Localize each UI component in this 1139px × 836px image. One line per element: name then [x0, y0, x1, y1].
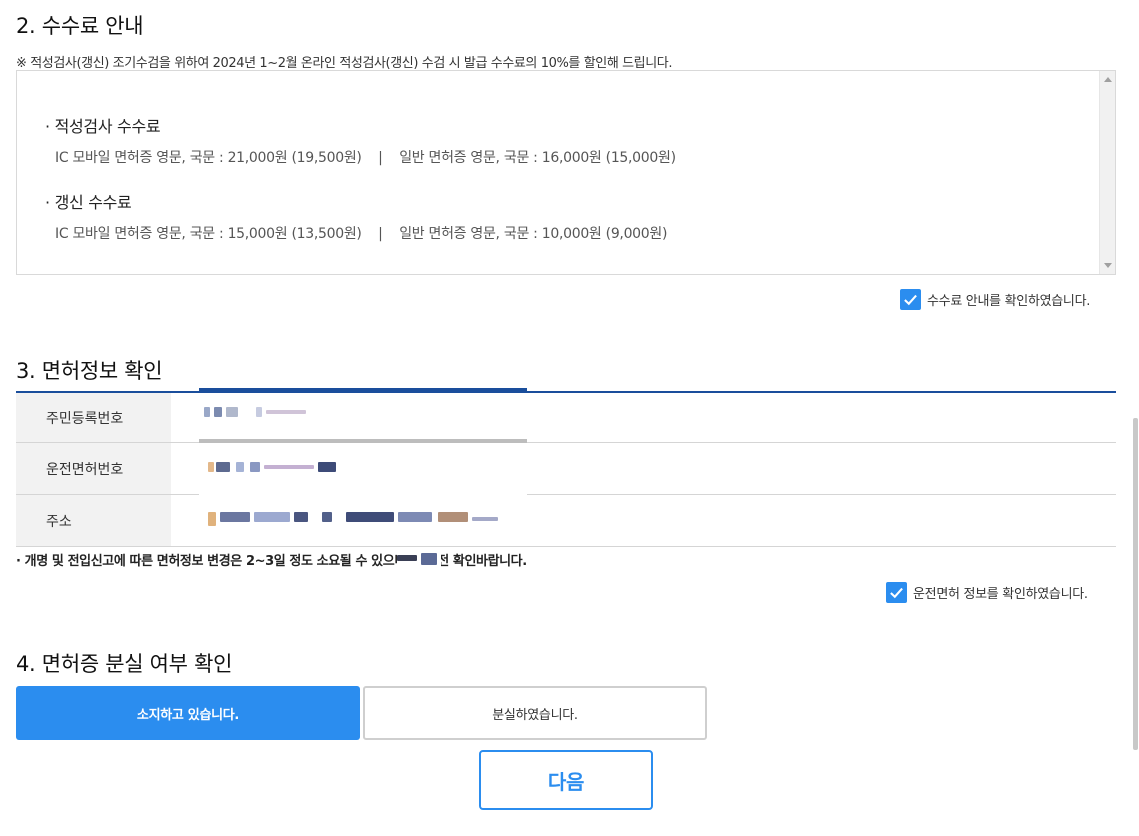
table-row: 주민등록번호 — [16, 393, 1116, 443]
scroll-down-icon[interactable] — [1104, 263, 1112, 268]
scroll-up-icon[interactable] — [1104, 77, 1112, 82]
fee-confirm-checkbox-row[interactable]: 수수료 안내를 확인하였습니다. — [900, 289, 1090, 310]
lost-license-button[interactable]: 분실하였습니다. — [363, 686, 707, 740]
has-license-button[interactable]: 소지하고 있습니다. — [16, 686, 360, 740]
redaction-overlay-divider — [199, 439, 527, 443]
license-number-masked — [208, 462, 338, 474]
table-accent-bar — [199, 388, 527, 392]
discount-notice: ※ 적성검사(갱신) 조기수검을 위하여 2024년 1~2월 온라인 적성검사… — [16, 56, 673, 71]
section4-title: 4. 면허증 분실 여부 확인 — [16, 652, 233, 676]
check-icon — [890, 587, 903, 599]
aptitude-fee-title: · 적성검사 수수료 — [45, 117, 161, 136]
row-label-license-number: 운전면허번호 — [16, 443, 171, 494]
info-change-warning: · 개명 및 전입신고에 따른 면허정보 변경은 2~3일 정도 소요될 수 있… — [16, 554, 527, 569]
page-scrollbar[interactable] — [1133, 418, 1138, 750]
row-label-resident-number: 주민등록번호 — [16, 393, 171, 442]
resident-number-masked — [204, 407, 306, 417]
renewal-fee-title: · 갱신 수수료 — [45, 193, 132, 212]
section3-title: 3. 면허정보 확인 — [16, 359, 163, 383]
license-confirm-label: 운전면허 정보를 확인하였습니다. — [913, 587, 1088, 602]
license-confirm-checkbox[interactable] — [886, 582, 907, 603]
section2-title: 2. 수수료 안내 — [16, 14, 144, 38]
table-row: 운전면허번호 — [16, 443, 1116, 495]
check-icon — [904, 294, 917, 306]
next-button[interactable]: 다음 — [479, 750, 653, 810]
fee-info-box[interactable]: · 적성검사 수수료 IC 모바일 면허증 영문, 국문 : 21,000원 (… — [16, 70, 1116, 275]
aptitude-fee-detail: IC 모바일 면허증 영문, 국문 : 21,000원 (19,500원) | … — [55, 150, 676, 166]
license-confirm-checkbox-row[interactable]: 운전면허 정보를 확인하였습니다. — [886, 582, 1088, 603]
row-label-address: 주소 — [16, 495, 171, 546]
fee-confirm-label: 수수료 안내를 확인하였습니다. — [927, 294, 1091, 309]
fee-confirm-checkbox[interactable] — [900, 289, 921, 310]
redaction-overlay-small — [397, 553, 441, 567]
table-row: 주소 — [16, 495, 1116, 547]
address-masked — [208, 512, 500, 526]
fee-box-scrollbar[interactable] — [1099, 71, 1115, 274]
renewal-fee-detail: IC 모바일 면허증 영문, 국문 : 15,000원 (13,500원) | … — [55, 226, 668, 242]
